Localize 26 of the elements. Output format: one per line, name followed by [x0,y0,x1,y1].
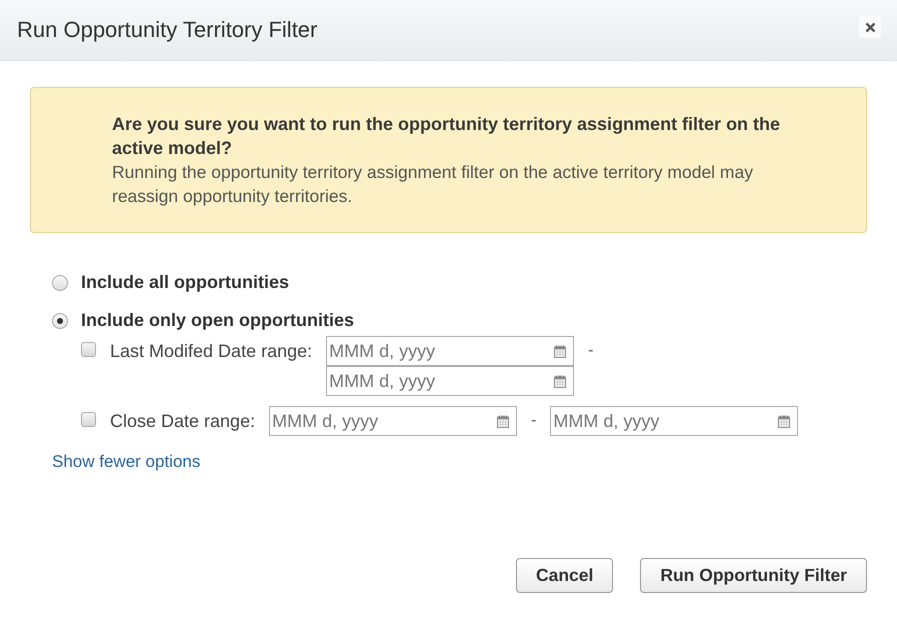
radio-label: Include all opportunities [81,272,290,293]
dialog-title: Run Opportunity Territory Filter [17,17,318,43]
warning-message: Running the opportunity territory assignment filter on the active territory model may reassign opportunity territories. [112,161,754,208]
range-separator: - [588,342,594,360]
radio-button[interactable] [52,312,68,328]
dialog-button[interactable]: Cancel [516,558,614,593]
radio-label: Include only open opportunities [81,310,354,331]
calendar-icon [497,415,510,428]
date-field[interactable]: MMM d, yyyy [269,406,518,436]
radio-button[interactable] [52,274,68,290]
date-field[interactable]: MMM d, yyyy [550,406,798,436]
checkbox[interactable] [81,412,96,427]
calendar-icon [778,415,790,428]
date-field[interactable]: MMM d, yyyy [326,366,574,396]
close-button[interactable] [859,16,881,38]
range-separator: - [531,412,536,430]
warning-heading: Are you sure you want to run the opportunity territory assignment filter on the active model? [112,113,782,160]
filter-label: Last Modifed Date range: [110,340,312,363]
filter-label: Close Date range: [110,410,256,433]
checkbox[interactable] [81,342,96,357]
dialog-button[interactable]: Run Opportunity Filter [640,558,867,593]
date-field[interactable]: MMM d, yyyy [326,336,574,366]
close-icon [864,22,876,32]
calendar-icon [554,375,566,388]
show-fewer-options-link[interactable]: Show fewer options [52,452,200,472]
calendar-icon [554,345,566,358]
